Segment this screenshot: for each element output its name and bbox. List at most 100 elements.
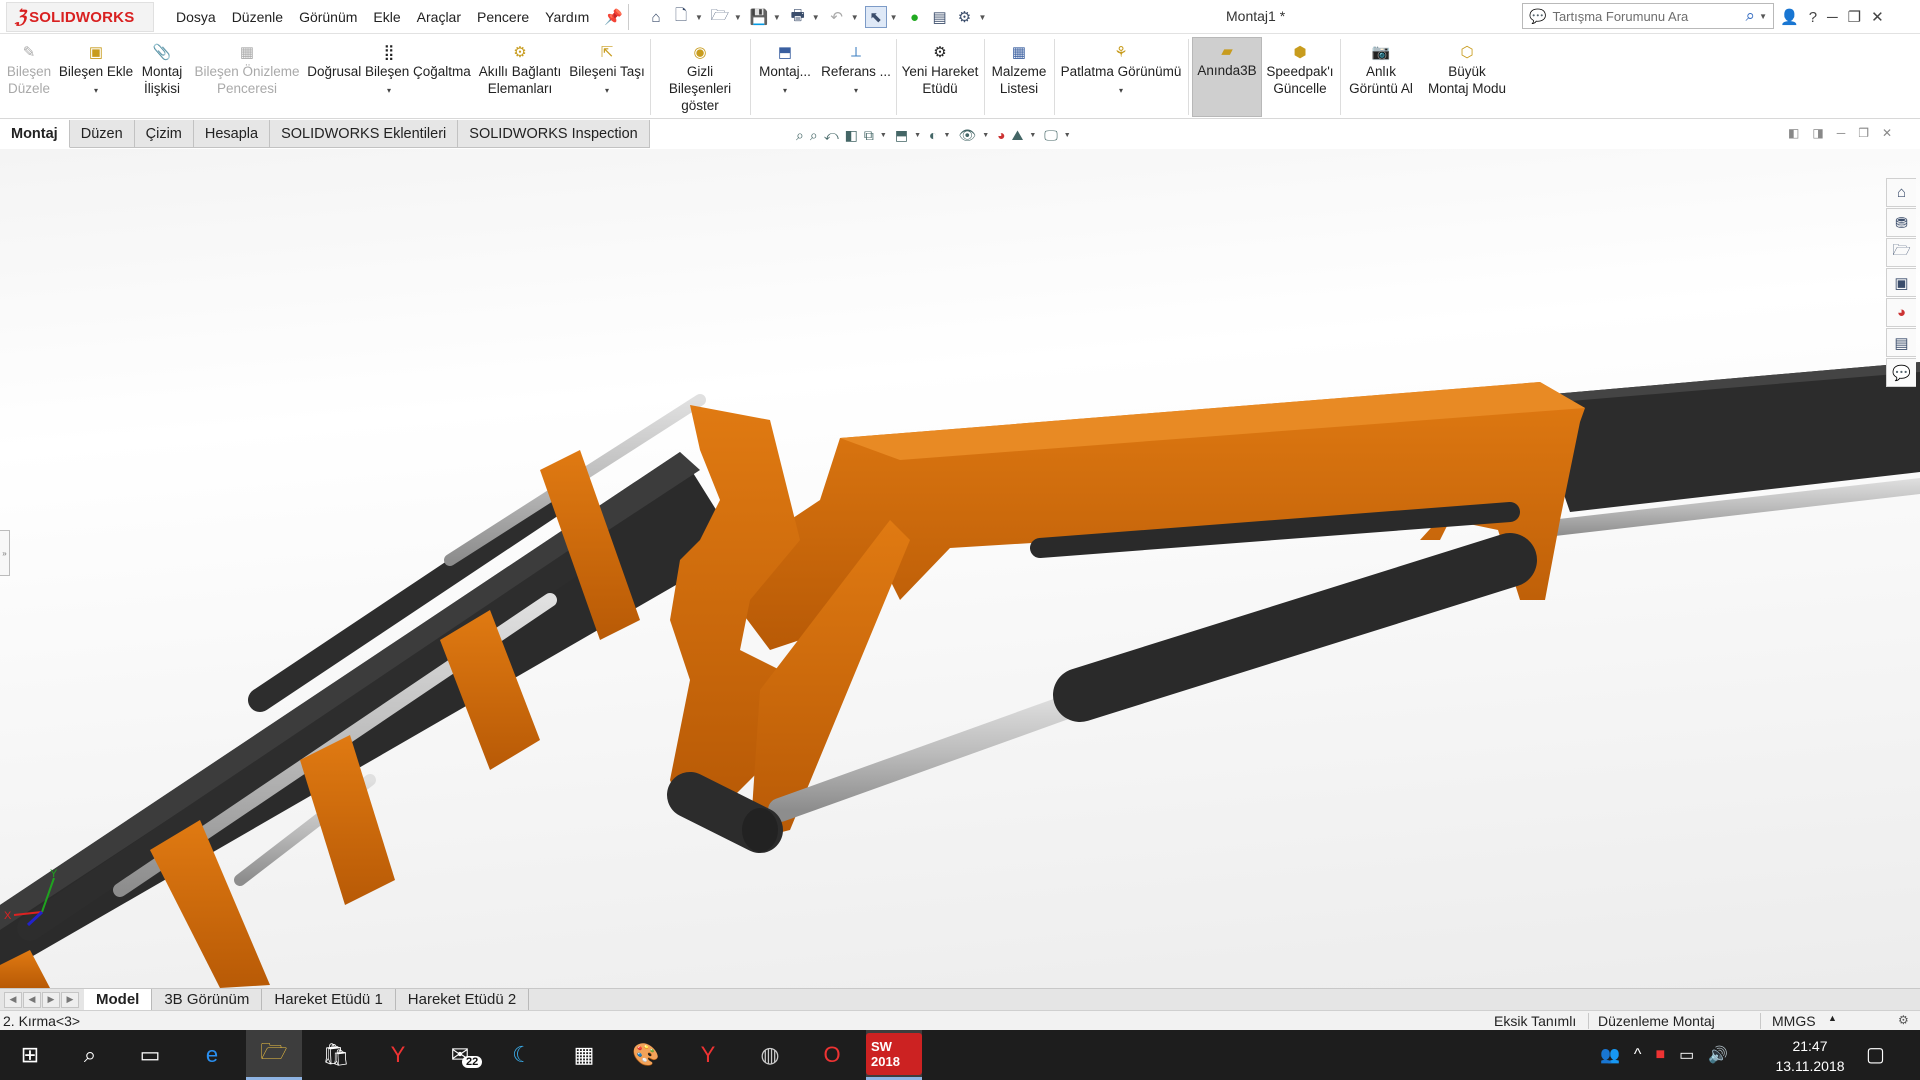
save-icon[interactable]: 💾 <box>748 6 770 28</box>
apply-scene-icon[interactable]: ⛰ <box>1012 127 1024 144</box>
custom-properties-icon[interactable]: ▤ <box>1886 328 1916 357</box>
component-preview-button[interactable]: ▦ Bileşen Önizleme Penceresi <box>192 43 302 97</box>
chevron-down-icon[interactable]: ▾ <box>387 82 391 99</box>
tab-motion-study-1[interactable]: Hareket Etüdü 1 <box>262 989 396 1010</box>
tab-hesapla[interactable]: Hesapla <box>193 120 271 148</box>
first-tab-icon[interactable]: ◀ <box>4 991 22 1008</box>
file-explorer-icon[interactable]: 🗁 <box>246 1030 302 1080</box>
chevron-down-icon[interactable]: ▼ <box>1029 132 1036 139</box>
chevron-down-icon[interactable]: ▼ <box>943 132 950 139</box>
yandex-browser-icon[interactable]: Y <box>680 1030 736 1080</box>
forum-search-box[interactable]: 💬 Tartışma Forumunu Ara ⌕ ▼ <box>1522 3 1774 29</box>
tab-cizim[interactable]: Çizim <box>134 120 194 148</box>
chevron-down-icon[interactable]: ▼ <box>851 13 859 22</box>
exploded-view-button[interactable]: ⚘ Patlatma Görünümü ▾ <box>1056 43 1186 99</box>
task-view-icon[interactable]: ▭ <box>122 1030 178 1080</box>
chevron-down-icon[interactable]: ▼ <box>812 13 820 22</box>
assembly-model[interactable]: Y X <box>0 149 1920 988</box>
minimize-icon[interactable]: ─ <box>1837 126 1846 140</box>
chevron-up-icon[interactable]: ▲ <box>1828 1013 1837 1023</box>
menu-ekle[interactable]: Ekle <box>373 9 400 25</box>
rebuild-status-icon[interactable]: ⚙ <box>1898 1013 1909 1027</box>
menu-araclar[interactable]: Araçlar <box>417 9 461 25</box>
app-c-icon[interactable]: ☾ <box>494 1030 550 1080</box>
assembly-features-button[interactable]: ⬒ Montaj... ▾ <box>754 43 816 99</box>
zoom-to-fit-icon[interactable]: ⌕ <box>796 127 804 144</box>
minimize-icon[interactable]: ─ <box>1827 9 1838 26</box>
menu-gorunum[interactable]: Görünüm <box>299 9 357 25</box>
chevron-down-icon[interactable]: ▼ <box>890 13 898 22</box>
antivirus-icon[interactable]: ■ <box>1655 1046 1665 1064</box>
restore-icon[interactable]: ❐ <box>1858 126 1869 140</box>
chevron-down-icon[interactable]: ▾ <box>605 82 609 99</box>
select-cursor-icon[interactable]: ⬉ <box>864 6 887 28</box>
show-hidden-components-button[interactable]: ◉ Gizli Bileşenleri göster <box>654 43 746 114</box>
edit-component-button[interactable]: ✎ Bileşen Düzele <box>6 43 52 97</box>
feature-manager-collapse-handle[interactable]: » <box>0 530 10 576</box>
options-gear-icon[interactable]: ⚙ <box>954 6 976 28</box>
bill-of-materials-button[interactable]: ▦ Malzeme Listesi <box>986 43 1052 97</box>
next-tab-icon[interactable]: ▶ <box>42 991 60 1008</box>
file-explorer-icon[interactable]: 🗁 <box>1886 238 1916 267</box>
design-library-icon[interactable]: ⛃ <box>1886 208 1916 237</box>
menu-dosya[interactable]: Dosya <box>176 9 216 25</box>
solidworks-resources-icon[interactable]: ⌂ <box>1886 178 1916 207</box>
tile-right-icon[interactable]: ◨ <box>1812 126 1823 140</box>
print-icon[interactable]: 🖶 <box>787 6 809 28</box>
chevron-down-icon[interactable]: ▼ <box>982 132 989 139</box>
tab-model[interactable]: Model <box>84 989 153 1010</box>
close-icon[interactable]: ✕ <box>1871 8 1884 26</box>
chevron-down-icon[interactable]: ▼ <box>1064 132 1071 139</box>
chevron-down-icon[interactable]: ▾ <box>854 82 858 99</box>
previous-view-icon[interactable]: ⤺ <box>824 127 839 144</box>
windows-start-icon[interactable]: ⊞ <box>2 1030 58 1080</box>
user-icon[interactable]: 👤 <box>1780 8 1799 26</box>
prev-tab-icon[interactable]: ◀ <box>23 991 41 1008</box>
volume-icon[interactable]: 🔊 <box>1708 1045 1728 1065</box>
chevron-down-icon[interactable]: ▾ <box>94 82 98 99</box>
linear-pattern-button[interactable]: ⣿ Doğrusal Bileşen Çoğaltma ▾ <box>306 43 472 99</box>
store-icon[interactable]: 🛍 <box>308 1030 364 1080</box>
dynamic-annotation-icon[interactable]: ⧉ <box>864 127 874 144</box>
chevron-down-icon[interactable]: ▼ <box>695 13 703 22</box>
forum-icon[interactable]: 💬 <box>1886 358 1916 387</box>
edge-browser-icon[interactable]: e <box>184 1030 240 1080</box>
zoom-to-area-icon[interactable]: ⌕ <box>810 127 818 144</box>
edit-appearance-icon[interactable]: ◕ <box>997 127 1005 143</box>
chevron-up-icon[interactable]: ^ <box>1634 1046 1642 1064</box>
menu-yardim[interactable]: Yardım <box>545 9 589 25</box>
mate-button[interactable]: 📎 Montaj İlişkisi <box>138 43 186 97</box>
undo-icon[interactable]: ↶ <box>826 6 848 28</box>
new-document-icon[interactable]: 🗋 <box>670 6 692 28</box>
file-properties-icon[interactable]: ▤ <box>929 6 951 28</box>
search-placeholder[interactable]: Tartışma Forumunu Ara <box>1552 9 1745 24</box>
last-tab-icon[interactable]: ▶ <box>61 991 79 1008</box>
chevron-down-icon[interactable]: ▾ <box>783 82 787 99</box>
action-center-icon[interactable]: ▢ <box>1866 1042 1885 1067</box>
people-icon[interactable]: 👥 <box>1600 1045 1620 1065</box>
close-icon[interactable]: ✕ <box>1882 126 1892 140</box>
hide-show-items-icon[interactable]: 👁 <box>958 127 976 144</box>
section-view-icon[interactable]: ◧ <box>845 127 858 144</box>
pin-icon[interactable]: 📌 <box>604 8 623 26</box>
chevron-down-icon[interactable]: ▼ <box>914 132 921 139</box>
search-icon[interactable]: ⌕ <box>1746 6 1756 26</box>
update-speedpak-button[interactable]: ⬢ Speedpak'ı Güncelle <box>1264 43 1336 97</box>
home-icon[interactable]: ⌂ <box>645 6 667 28</box>
take-snapshot-button[interactable]: 📷 Anlık Görüntü Al <box>1342 43 1420 97</box>
lower-cylinder[interactable] <box>1053 533 1537 722</box>
tile-left-icon[interactable]: ◧ <box>1788 126 1799 140</box>
instant3d-button[interactable]: ▰ Anında3B <box>1192 37 1262 117</box>
insert-component-button[interactable]: ▣ Bileşen Ekle ▾ <box>58 43 134 99</box>
smart-fasteners-button[interactable]: ⚙ Akıllı Bağlantı Elemanları <box>478 43 562 97</box>
unit-system[interactable]: MMGS <box>1772 1013 1816 1029</box>
new-motion-study-button[interactable]: ⚙ Yeni Hareket Etüdü <box>898 43 982 97</box>
move-component-button[interactable]: ⇱ Bileşeni Taşı ▾ <box>568 43 646 99</box>
chevron-down-icon[interactable]: ▼ <box>979 13 987 22</box>
view-orientation-icon[interactable]: ⬒ <box>895 127 908 144</box>
disc-icon[interactable]: ◍ <box>742 1030 798 1080</box>
view-palette-icon[interactable]: ▣ <box>1886 268 1916 297</box>
view-settings-icon[interactable]: 🖵 <box>1044 127 1058 144</box>
opera-icon[interactable]: O <box>804 1030 860 1080</box>
paint-icon[interactable]: 🎨 <box>618 1030 674 1080</box>
